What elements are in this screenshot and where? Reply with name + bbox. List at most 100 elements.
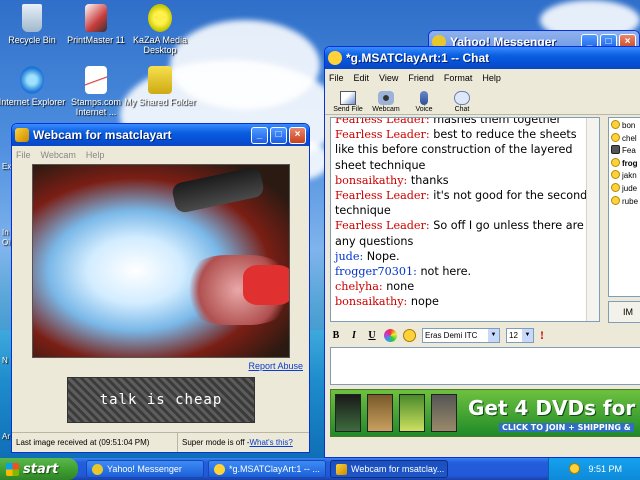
user-name: Fea [622,146,636,156]
im-button[interactable]: IM [608,301,640,323]
send-file-button[interactable]: Send File [329,91,367,113]
desktop-icon-label: Recycle Bin [8,35,56,45]
menu-friend[interactable]: Friend [408,73,434,83]
ad-shipping: + SHIPPING & [568,423,631,432]
window-title: *g.MSATClayArt:1 -- Chat [346,51,490,65]
chat-scrollbar[interactable] [586,118,599,321]
message-sender: jude: [335,249,364,263]
font-size-value: 12 [509,330,518,340]
chat-message: frogger70301: not here. [335,264,595,279]
taskbar-item-chat[interactable]: *g.MSATClayArt:1 -- ... [208,460,326,478]
captcha-image: talk is cheap [67,377,255,423]
font-size-select[interactable]: 12 ▼ [506,327,534,343]
ignore-icon[interactable]: ! [540,328,544,343]
chat-window[interactable]: *g.MSATClayArt:1 -- Chat File Edit View … [324,46,640,458]
toolbar: Send File Webcam Voice Chat [325,87,640,115]
dvd-cover [399,394,425,432]
color-palette-icon[interactable] [384,328,397,342]
chat-smiley-icon [328,51,342,65]
italic-button[interactable]: I [348,330,360,341]
close-button[interactable]: × [289,126,306,144]
chevron-down-icon: ▼ [522,328,533,342]
font-select[interactable]: Eras Demi ITC ▼ [422,327,500,343]
smiley-icon [611,157,620,167]
user-name: frog [622,158,638,168]
menu-view[interactable]: View [379,73,398,83]
desktop-icon-shared-folder[interactable]: My Shared Folder [122,66,198,107]
minimize-button[interactable]: _ [251,126,268,144]
chat-message: Fearless Leader: best to reduce the shee… [335,127,595,173]
voice-button[interactable]: Voice [405,91,443,113]
desktop-icon-kazaa[interactable]: KaZaA Media Desktop [122,4,198,55]
message-sender: Fearless Leader: [335,117,430,126]
user-name: chel [622,133,637,143]
message-text: none [386,280,415,294]
chat-smiley-icon [214,463,225,475]
tray-yahoo-icon[interactable] [569,463,580,474]
status-last-image: Last image received at (09:51:04 PM) [12,433,178,452]
user-list-item[interactable]: chel [611,132,640,146]
chat-log[interactable]: Fearless Leader: mashes them together Fe… [330,117,600,322]
user-list-item[interactable]: bon [611,120,640,133]
message-sender: frogger70301: [335,265,417,279]
taskbar-item-yahoo[interactable]: Yahoo! Messenger [86,460,204,478]
desktop-edge-label: Ar [2,432,10,441]
smiley-icon [611,132,620,142]
dvd-cover [335,394,361,432]
status-bar: Last image received at (09:51:04 PM) Sup… [12,432,309,452]
user-name: rube [622,196,639,206]
menu-file[interactable]: File [16,150,31,160]
menu-edit[interactable]: Edit [354,73,370,83]
message-sender: bonsaikathy: [335,173,408,187]
title-bar[interactable]: *g.MSATClayArt:1 -- Chat [325,47,640,69]
chat-message: jude: Nope. [335,249,595,264]
captcha-text: talk is cheap [99,392,223,408]
chat-message: Fearless Leader: mashes them together [335,117,595,127]
menu-file[interactable]: File [329,73,344,83]
user-list-item[interactable]: jakn [611,170,640,183]
menu-help[interactable]: Help [86,150,105,160]
webcam-window[interactable]: Webcam for msatclayart _ □ × File Webcam… [11,123,310,453]
chat-message: chelyha: none [335,279,595,294]
chat-button[interactable]: Chat [443,91,481,113]
menu-help[interactable]: Help [482,73,501,83]
ad-banner[interactable]: Get 4 DVDs for 49¢ CLICK TO JOIN + SHIPP… [330,389,640,437]
message-text: nope [410,295,439,309]
report-abuse-link[interactable]: Report Abuse [248,361,303,371]
smiley-icon [611,195,620,205]
whats-this-link[interactable]: What's this? [249,438,292,447]
format-bar: B I U Eras Demi ITC ▼ 12 ▼ ! [330,325,640,345]
desktop-icon-label: Stamps.com Internet ... [70,97,121,117]
font-select-value: Eras Demi ITC [425,330,478,340]
taskbar-item-webcam[interactable]: Webcam for msatclay... [330,460,448,478]
underline-button[interactable]: U [366,330,378,341]
message-text: mashes them together [433,117,562,126]
user-list-item[interactable]: frog [611,157,640,171]
message-sender: Fearless Leader: [335,128,430,142]
chat-bubble-icon [454,91,470,105]
user-list-item[interactable]: jude [611,182,640,196]
menu-webcam[interactable]: Webcam [41,150,76,160]
user-list-item[interactable]: rube [611,195,640,209]
webcam-status-icon [611,145,620,155]
yahoo-icon [92,463,103,475]
title-bar[interactable]: Webcam for msatclayart _ □ × [12,124,309,146]
start-button[interactable]: start [0,458,78,480]
chat-message: bonsaikathy: thanks [335,173,595,188]
dvd-cover [367,394,393,432]
message-text: thanks [410,173,449,187]
menu-format[interactable]: Format [444,73,473,83]
message-input[interactable] [330,347,640,385]
bold-button[interactable]: B [330,330,342,341]
user-list[interactable]: bon chel Fea frog jakn jude rube [608,117,640,297]
emoticon-icon[interactable] [403,328,416,342]
printmaster-icon [85,4,107,32]
desktop-icon-label: PrintMaster 11 [67,35,125,45]
task-label: Yahoo! Messenger [107,464,182,474]
webcam-button[interactable]: Webcam [367,91,405,113]
maximize-button[interactable]: □ [270,126,287,144]
webcam-icon [336,463,347,475]
user-list-item[interactable]: Fea [611,145,640,158]
ie-icon [20,66,44,94]
chevron-down-icon: ▼ [488,328,499,342]
